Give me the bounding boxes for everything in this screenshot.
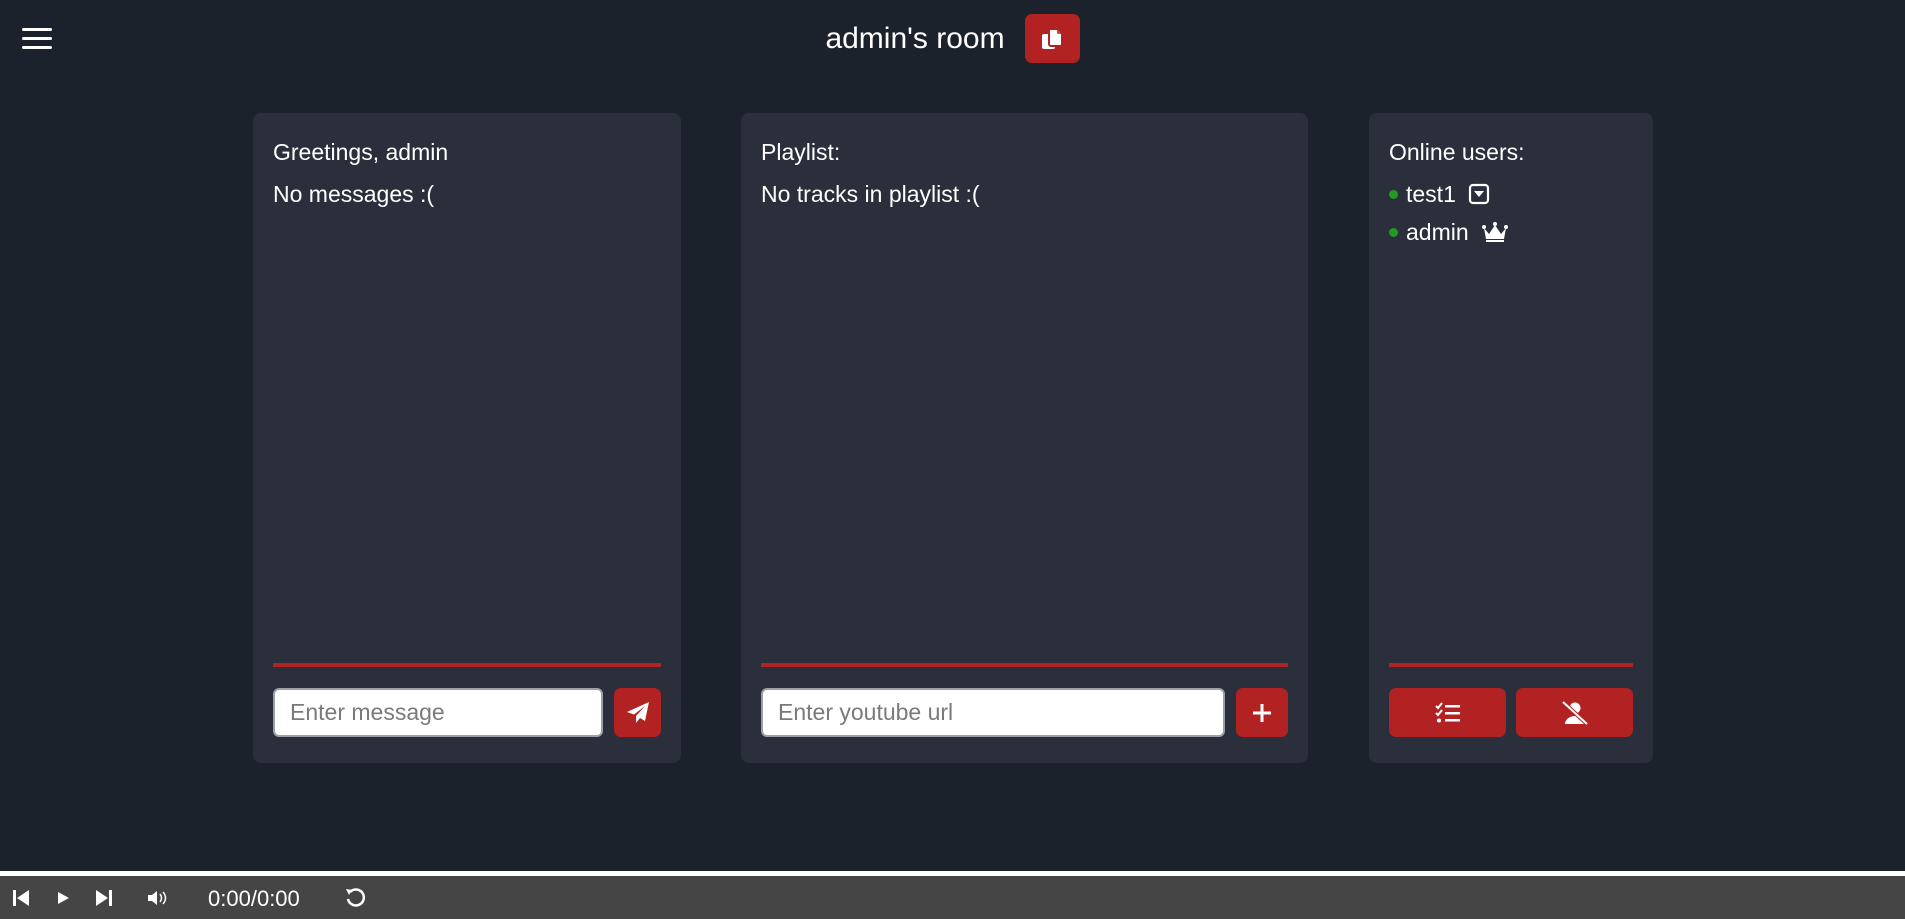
playlist-panel: Playlist: No tracks in playlist :(: [741, 113, 1308, 763]
playlist-input-row: [761, 688, 1288, 737]
user-name: test1: [1406, 180, 1456, 207]
message-input[interactable]: [273, 688, 603, 737]
dropdown-box-icon[interactable]: [1468, 183, 1490, 205]
room-title: admin's room: [825, 21, 1005, 55]
checklist-icon: [1434, 701, 1460, 722]
user-item: admin: [1389, 219, 1509, 245]
user-item: test1: [1389, 181, 1509, 207]
current-time: 0:00: [208, 886, 251, 911]
duration: 0:00: [256, 886, 300, 911]
users-button-row: [1389, 688, 1633, 737]
online-users-title: Online users:: [1389, 139, 1525, 165]
online-status-dot: [1389, 189, 1398, 199]
playlist-title: Playlist:: [761, 139, 841, 165]
paper-plane-icon: [626, 701, 649, 723]
send-message-button[interactable]: [614, 688, 661, 737]
copy-icon: [1042, 27, 1064, 49]
youtube-url-input[interactable]: [761, 688, 1225, 737]
time-display: 0:00/0:00: [208, 886, 300, 912]
plus-icon: [1253, 703, 1271, 722]
volume-icon[interactable]: [146, 888, 170, 908]
copy-room-link-button[interactable]: [1024, 14, 1080, 63]
chat-empty-text: No messages :(: [273, 181, 435, 207]
remove-user-button[interactable]: [1516, 688, 1633, 737]
user-name: admin: [1406, 218, 1469, 245]
app-root: admin's room Greetings, admin No message…: [0, 0, 1905, 919]
chat-input-row: [273, 688, 661, 737]
online-status-dot: [1389, 227, 1398, 237]
add-track-button[interactable]: [1236, 688, 1288, 737]
chat-panel: Greetings, admin No messages :(: [253, 113, 681, 763]
online-users-panel: Online users: test1 admin: [1369, 113, 1653, 763]
chat-greeting: Greetings, admin: [273, 139, 449, 165]
playlist-divider: [761, 663, 1288, 667]
player-bar: 0:00/0:00: [0, 876, 1905, 919]
checklist-button[interactable]: [1389, 688, 1506, 737]
skip-previous-icon[interactable]: [11, 888, 31, 908]
remove-user-icon: [1561, 700, 1588, 725]
replay-icon[interactable]: [344, 886, 368, 910]
room-header: admin's room: [0, 14, 1905, 63]
user-list: test1 admin: [1389, 181, 1509, 257]
skip-next-icon[interactable]: [94, 888, 114, 908]
crown-icon: [1481, 222, 1508, 242]
play-icon[interactable]: [54, 888, 72, 908]
users-divider: [1389, 663, 1633, 667]
playlist-empty-text: No tracks in playlist :(: [761, 181, 980, 207]
chat-divider: [273, 663, 661, 667]
